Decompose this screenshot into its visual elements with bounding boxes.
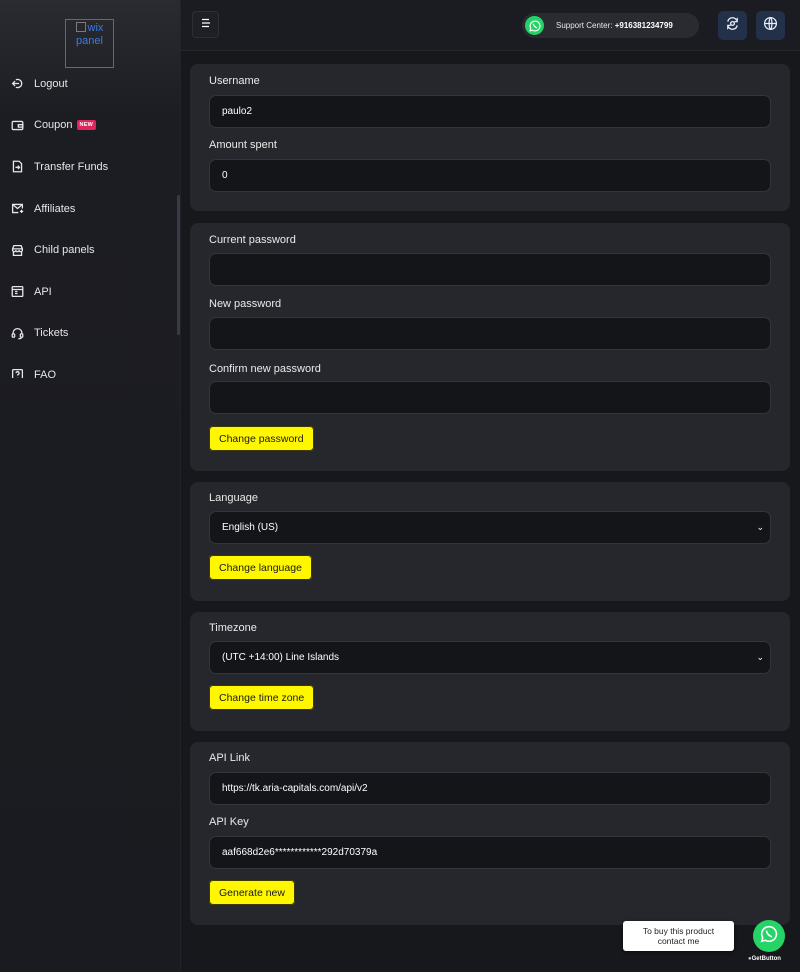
sidebar-item-label: Transfer Funds <box>34 160 109 173</box>
change-password-button[interactable]: Change password <box>209 426 314 451</box>
sidebar-item-tickets[interactable]: Tickets <box>0 313 181 355</box>
sidebar-item-label: Coupon <box>34 119 73 132</box>
whatsapp-icon <box>525 16 544 35</box>
currency-button[interactable] <box>718 11 747 40</box>
timezone-card: Timezone (UTC +14:00) Line Islands ⌄ Cha… <box>190 612 790 731</box>
sidebar-item-affiliates[interactable]: Affiliates <box>0 188 181 230</box>
sidebar-item-child-panels[interactable]: Child panels <box>0 229 181 271</box>
whatsapp-chat-button[interactable] <box>753 920 785 952</box>
support-center-pill[interactable]: Support Center: +916381234799 <box>522 13 699 38</box>
sidebar-item-label: Affiliates <box>34 202 76 215</box>
sidebar-nav: Logout Coupon NEW Transfer Funds Affilia… <box>0 63 181 378</box>
language-selected-value: English (US) <box>222 522 279 533</box>
account-info-card: Username paulo2 Amount spent 0 <box>190 64 790 211</box>
tooltip-line-2: contact me <box>657 936 700 946</box>
store-icon <box>11 244 24 257</box>
sidebar-item-label: FAQ <box>34 368 57 378</box>
sidebar-item-label: Child panels <box>34 244 95 257</box>
language-card: Language English (US) ⌄ Change language <box>190 482 790 601</box>
sidebar-item-transfer-funds[interactable]: Transfer Funds <box>0 146 181 188</box>
timezone-selected-value: (UTC +14:00) Line Islands <box>222 652 340 663</box>
browser-icon <box>11 285 24 298</box>
support-phone: +916381234799 <box>614 21 673 30</box>
new-badge: NEW <box>76 120 96 131</box>
current-password-label: Current password <box>209 234 296 246</box>
amount-spent-field[interactable]: 0 <box>209 159 771 192</box>
new-password-field[interactable] <box>209 317 771 350</box>
broken-image-icon <box>75 22 86 32</box>
chevron-down-icon: ⌄ <box>756 652 764 662</box>
sidebar: wix panel Logout Coupon NEW Transfer Fun… <box>0 0 181 972</box>
sidebar-item-faq[interactable]: FAQ <box>0 354 181 378</box>
question-icon <box>11 368 24 378</box>
mail-icon <box>11 202 24 215</box>
chevron-down-icon: ⌄ <box>756 522 764 532</box>
api-key-label: API Key <box>209 816 249 828</box>
confirm-password-label: Confirm new password <box>209 363 321 375</box>
sidebar-item-logout[interactable]: Logout <box>0 63 181 105</box>
sidebar-item-api[interactable]: API <box>0 271 181 313</box>
headset-icon <box>11 327 24 340</box>
whatsapp-icon <box>760 925 778 948</box>
api-card: API Link https://tk.aria-capitals.com/ap… <box>190 742 790 925</box>
getbutton-brand[interactable]: ●GetButton <box>748 956 781 962</box>
new-password-label: New password <box>209 298 282 310</box>
globe-icon <box>763 16 778 36</box>
file-transfer-icon <box>11 160 24 173</box>
change-language-button[interactable]: Change language <box>209 555 312 580</box>
username-label: Username <box>209 75 260 87</box>
sidebar-item-label: Logout <box>34 77 68 90</box>
api-link-label: API Link <box>209 752 250 764</box>
timezone-select[interactable]: (UTC +14:00) Line Islands ⌄ <box>209 641 771 674</box>
generate-new-key-button[interactable]: Generate new <box>209 880 295 905</box>
sidebar-item-label: API <box>34 285 52 298</box>
api-link-field[interactable]: https://tk.aria-capitals.com/api/v2 <box>209 772 771 805</box>
username-field[interactable]: paulo2 <box>209 95 771 128</box>
current-password-field[interactable] <box>209 253 771 286</box>
menu-toggle-button[interactable] <box>192 11 219 38</box>
language-label: Language <box>209 492 258 504</box>
sidebar-item-label: Tickets <box>34 327 69 340</box>
logo[interactable]: wix panel <box>65 19 114 68</box>
logout-icon <box>11 77 24 90</box>
language-button[interactable] <box>756 11 785 40</box>
top-header: Support Center: +916381234799 <box>181 0 800 51</box>
support-center-text: Support Center: +916381234799 <box>556 21 673 30</box>
sidebar-scrollbar[interactable] <box>177 195 180 335</box>
confirm-password-field[interactable] <box>209 381 771 414</box>
hamburger-icon <box>200 16 212 34</box>
change-password-card: Current password New password Confirm ne… <box>190 223 790 471</box>
tooltip-line-1: To buy this product <box>642 926 715 936</box>
sidebar-item-coupon[interactable]: Coupon NEW <box>0 105 181 147</box>
api-key-field[interactable]: aaf668d2e6************292d70379a <box>209 836 771 869</box>
currency-exchange-icon <box>725 16 740 36</box>
language-select[interactable]: English (US) ⌄ <box>209 511 771 544</box>
wallet-icon <box>11 119 24 132</box>
contact-tooltip: To buy this product contact me <box>623 921 734 951</box>
timezone-label: Timezone <box>209 622 257 634</box>
amount-spent-label: Amount spent <box>209 139 277 151</box>
change-timezone-button[interactable]: Change time zone <box>209 685 315 710</box>
